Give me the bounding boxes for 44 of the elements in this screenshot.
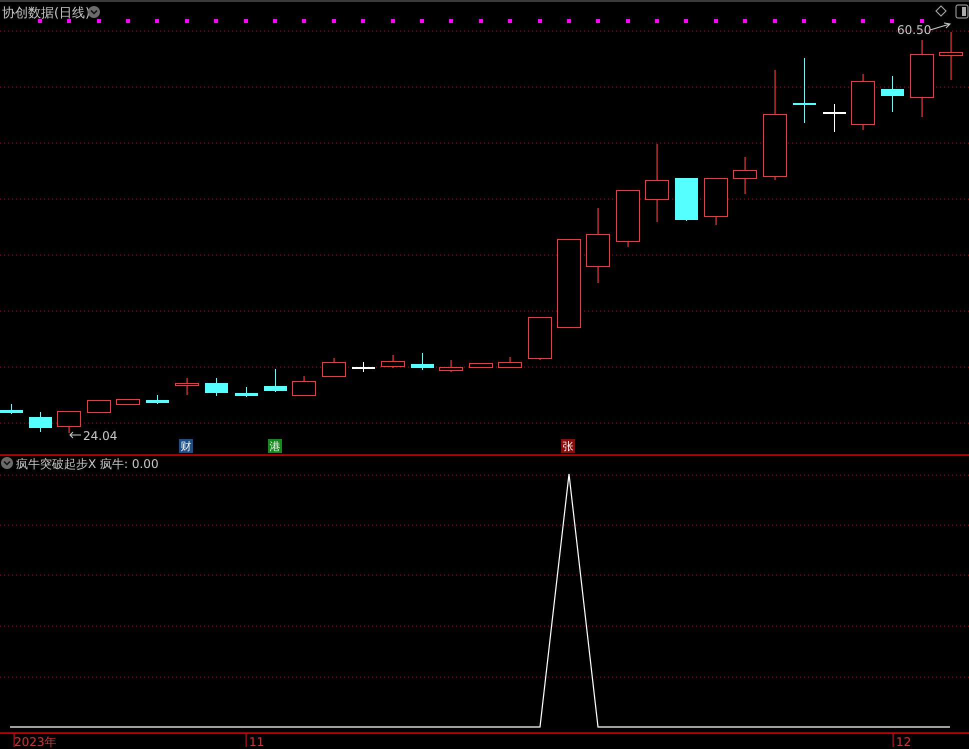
candlestick [322, 358, 346, 378]
low-price-label: 24.04 [83, 429, 118, 443]
indicator-name: 疯牛突破起步X [16, 457, 96, 471]
candlestick [264, 368, 287, 392]
candlestick [235, 386, 258, 398]
candlestick [469, 362, 493, 368]
candlestick [616, 190, 640, 248]
high-pointer-arrow [930, 22, 952, 30]
candlestick [733, 156, 757, 194]
candlestick [851, 74, 875, 130]
time-axis-label: 2023年 [14, 732, 57, 749]
low-pointer-arrow [69, 432, 82, 438]
candlestick [146, 394, 169, 404]
candlestick [292, 376, 316, 396]
candlestick [528, 316, 552, 360]
diamond-icon[interactable] [935, 5, 947, 17]
candlestick [411, 352, 434, 370]
indicator-reading: 疯牛: 0.00 [100, 457, 159, 471]
candlestick [939, 32, 963, 80]
candlestick [881, 76, 904, 112]
panel-toggle-icon[interactable] [956, 4, 968, 18]
event-tag[interactable]: 张 [561, 439, 575, 453]
event-tag[interactable]: 港 [268, 439, 282, 453]
candlestick [352, 362, 375, 372]
candlestick [205, 378, 228, 396]
candlestick [381, 354, 405, 368]
candlestick [29, 412, 52, 432]
event-tag[interactable]: 财 [179, 439, 193, 453]
candlestick [675, 178, 698, 222]
dropdown-icon[interactable] [1, 457, 13, 469]
candlestick [57, 410, 81, 434]
candlestick [498, 356, 522, 368]
time-axis-label: 11 [246, 732, 264, 749]
candlestick [823, 104, 846, 132]
candlestick [793, 58, 816, 124]
candlestick [0, 404, 23, 414]
time-axis-label: 12 [892, 732, 912, 749]
candlestick [439, 360, 463, 372]
dropdown-icon[interactable] [88, 6, 100, 18]
candlestick [175, 378, 199, 396]
high-price-label: 60.50 [897, 23, 932, 37]
candlestick [87, 400, 111, 414]
candlestick [704, 178, 728, 226]
candlestick [116, 398, 140, 406]
